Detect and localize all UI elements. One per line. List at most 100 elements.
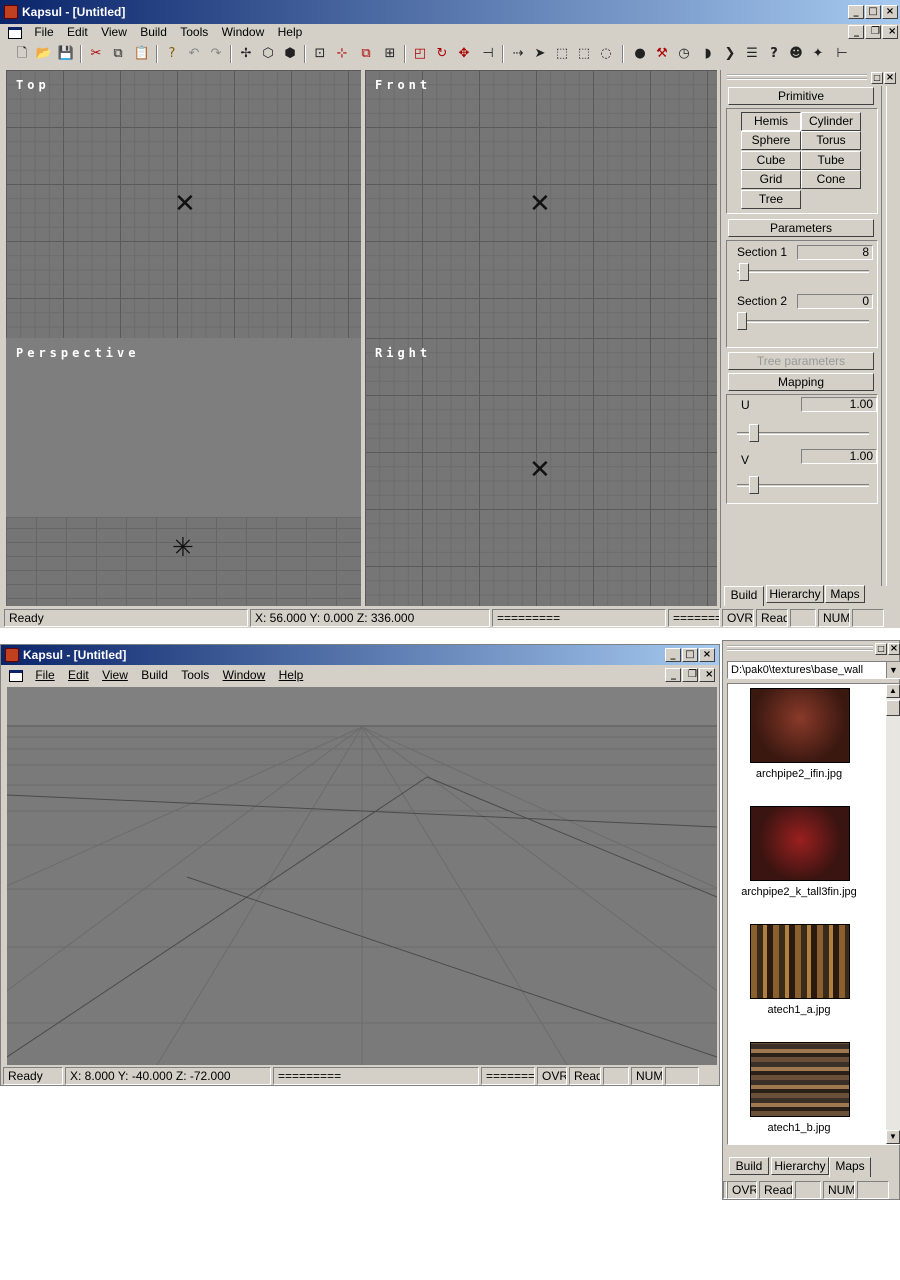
menu-file[interactable]: File [30,665,59,685]
v-slider-thumb[interactable] [749,476,759,494]
panel-close-button[interactable]: × [888,643,900,655]
menu-view[interactable]: View [97,665,133,685]
panel-grip[interactable] [727,74,867,80]
primitive-grid-button[interactable]: Grid [741,170,801,189]
help-icon[interactable]: ? [162,44,182,64]
tab-maps[interactable]: Maps [825,585,865,603]
chevron-right-icon[interactable]: ❯ [720,44,740,64]
people-icon[interactable]: ☻ [786,44,806,64]
menu-window[interactable]: Window [218,665,271,685]
tab-hierarchy[interactable]: Hierarchy [771,1157,829,1175]
select-arrow-dotted-icon[interactable]: ⇢ [508,44,528,64]
doc-close-button[interactable]: × [882,25,898,39]
rect-select-icon[interactable]: ⬚ [574,44,594,64]
primitive-sphere-button[interactable]: Sphere [741,131,801,150]
tab-build[interactable]: Build [724,586,764,606]
u-slider-thumb[interactable] [749,424,759,442]
minimize-button[interactable]: _ [848,5,864,19]
menu-file[interactable]: File [29,22,58,42]
list-icon[interactable]: ☰ [742,44,762,64]
select-frame-icon[interactable]: ⊞ [380,44,400,64]
undo-icon[interactable]: ↶ [184,44,204,64]
texture-item[interactable]: atech1_b.jpg [728,1038,886,1144]
mapping-header[interactable]: Mapping [728,373,874,391]
pin-icon[interactable]: ⊣ [478,44,498,64]
lasso-icon[interactable]: ⬚ [552,44,572,64]
parameters-header[interactable]: Parameters [728,219,874,237]
pointer-icon[interactable]: ➤ [530,44,550,64]
section1-field[interactable]: 8 [797,245,873,260]
panel-grip[interactable] [727,645,873,651]
section1-slider-thumb[interactable] [739,263,749,281]
menu-edit[interactable]: Edit [62,22,93,42]
close-button[interactable]: × [699,648,715,662]
primitive-tube-button[interactable]: Tube [801,151,861,170]
box-icon[interactable]: ⬡ [258,44,278,64]
menu-help[interactable]: Help [274,665,309,685]
viewport-front[interactable]: Front ✕ [365,70,717,338]
close-button[interactable]: × [882,5,898,19]
doc-minimize-button[interactable]: _ [848,25,864,39]
document-icon[interactable] [8,26,22,39]
u-field[interactable]: 1.00 [801,397,877,412]
question-icon[interactable]: ? [764,44,784,64]
menu-build[interactable]: Build [136,665,173,685]
move-icon[interactable]: ✥ [454,44,474,64]
panel-close-button[interactable]: × [884,72,896,84]
hammer-icon[interactable]: ⚒ [652,44,672,64]
paste-icon[interactable]: 📋 [132,44,152,64]
redo-icon[interactable]: ↷ [206,44,226,64]
section2-slider-thumb[interactable] [737,312,747,330]
save-icon[interactable]: 💾 [56,44,76,64]
menu-view[interactable]: View [96,22,132,42]
cubes-icon[interactable]: ⧉ [356,44,376,64]
copy-icon[interactable]: ⧉ [108,44,128,64]
doc-restore-button[interactable]: ❐ [865,25,881,39]
primitive-cylinder-button[interactable]: Cylinder [801,112,861,131]
solid-box-icon[interactable]: ⬢ [280,44,300,64]
primitive-hemis-button[interactable]: Hemis [741,112,801,131]
maximize-button[interactable]: □ [682,648,698,662]
sphere-icon[interactable]: ● [630,44,650,64]
open-icon[interactable]: 📂 [34,44,54,64]
menu-build[interactable]: Build [135,22,172,42]
document-icon[interactable] [9,669,23,682]
scroll-up-icon[interactable]: ▲ [886,684,900,698]
menu-edit[interactable]: Edit [63,665,94,685]
texture-list[interactable]: ▲ ▼ archpipe2_ifin.jpg archpipe2_k_tall3… [727,683,900,1145]
perspective-viewport[interactable] [7,687,717,1065]
section1-slider[interactable] [737,270,869,273]
primitive-cone-button[interactable]: Cone [801,170,861,189]
chevron-down-icon[interactable]: ▼ [886,662,900,678]
menu-help[interactable]: Help [273,22,308,42]
doc-minimize-button[interactable]: _ [665,668,681,682]
tab-hierarchy[interactable]: Hierarchy [766,585,824,603]
panel-float-button[interactable]: □ [875,643,887,655]
primitive-torus-button[interactable]: Torus [801,131,861,150]
texture-item[interactable]: archpipe2_k_tall3fin.jpg [728,802,886,920]
menu-window[interactable]: Window [217,22,270,42]
zoom-icon[interactable]: ⊡ [310,44,330,64]
minimize-button[interactable]: _ [665,648,681,662]
scroll-thumb[interactable] [886,700,900,716]
tab-build[interactable]: Build [729,1157,769,1175]
primitive-cube-button[interactable]: Cube [741,151,801,170]
tab-maps[interactable]: Maps [829,1157,871,1177]
primitive-header[interactable]: Primitive [728,87,874,105]
dome-icon[interactable]: ◗ [698,44,718,64]
v-field[interactable]: 1.00 [801,449,877,464]
menu-tools[interactable]: Tools [175,22,213,42]
panel-scroll-track[interactable] [881,86,887,586]
viewport-perspective[interactable]: Perspective ✳ [6,338,361,606]
cut-icon[interactable]: ✂ [86,44,106,64]
wand-icon[interactable]: ✦ [808,44,828,64]
maximize-button[interactable]: □ [865,5,881,19]
texture-item[interactable]: archpipe2_ifin.jpg [728,684,886,802]
doc-restore-button[interactable]: ❐ [682,668,698,682]
menu-tools[interactable]: Tools [176,665,214,685]
tree-parameters-header[interactable]: Tree parameters [728,352,874,370]
primitive-tree-button[interactable]: Tree [741,190,801,209]
doc-close-button[interactable]: × [699,668,715,682]
add-vertex-icon[interactable]: ✢ [236,44,256,64]
texture-item[interactable]: atech1_a.jpg [728,920,886,1038]
